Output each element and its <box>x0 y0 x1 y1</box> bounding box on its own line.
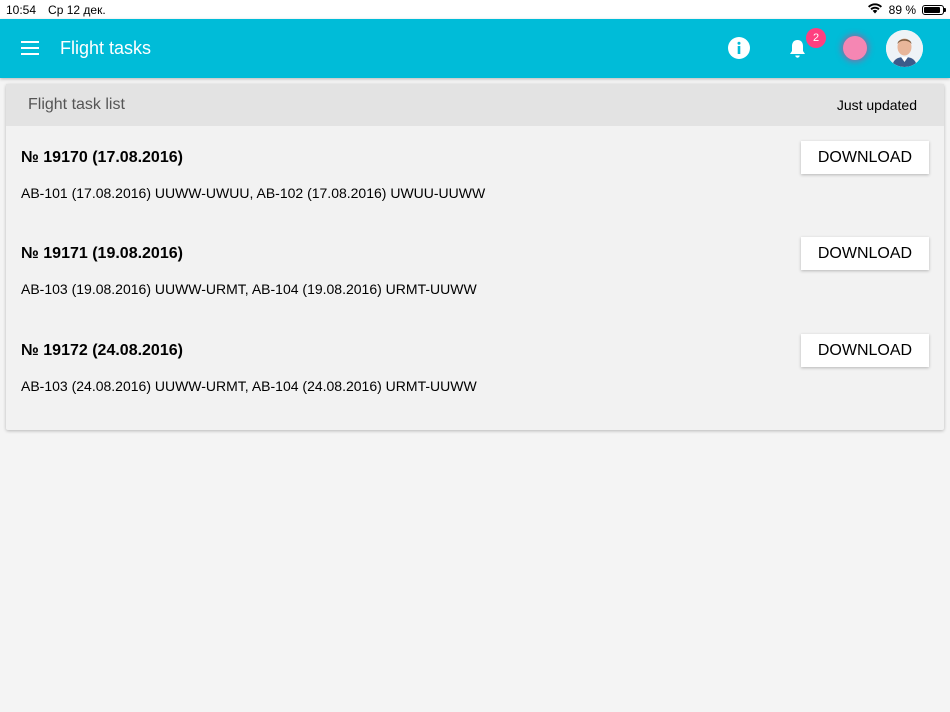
battery-icon <box>922 4 946 15</box>
card-header: Flight task list Just updated <box>6 84 944 126</box>
card-title: Flight task list <box>28 96 125 113</box>
page-title: Flight tasks <box>60 38 152 58</box>
download-button[interactable]: DOWNLOAD <box>801 334 929 367</box>
battery-level <box>924 6 941 13</box>
download-button[interactable]: DOWNLOAD <box>801 237 929 270</box>
download-button[interactable]: DOWNLOAD <box>801 141 929 174</box>
task-title: № 19170 (17.08.2016) <box>21 149 183 166</box>
app-bar: Flight tasks 2 <box>0 19 950 78</box>
update-status: Just updated <box>836 97 917 113</box>
presence-indicator[interactable] <box>843 36 867 60</box>
task-route: AB-103 (19.08.2016) UUWW-URMT, AB-104 (1… <box>21 281 477 297</box>
status-bar: 10:54 Ср 12 дек. 89 % <box>0 0 950 19</box>
status-date: Ср 12 дек. <box>48 2 106 17</box>
status-time: 10:54 <box>6 2 37 17</box>
menu-icon[interactable] <box>21 41 39 55</box>
notification-badge: 2 <box>806 28 826 48</box>
task-route: AB-103 (24.08.2016) UUWW-URMT, AB-104 (2… <box>21 378 477 394</box>
bell-icon[interactable] <box>787 38 808 60</box>
battery-percent: 89 % <box>888 2 916 17</box>
task-title: № 19172 (24.08.2016) <box>21 342 183 359</box>
flight-task-card: Flight task list Just updated № 19170 (1… <box>6 84 944 430</box>
wifi-icon <box>867 2 883 17</box>
avatar[interactable] <box>886 30 923 67</box>
task-title: № 19171 (19.08.2016) <box>21 245 183 262</box>
info-icon[interactable] <box>728 37 750 59</box>
task-route: AB-101 (17.08.2016) UUWW-UWUU, AB-102 (1… <box>21 185 486 201</box>
